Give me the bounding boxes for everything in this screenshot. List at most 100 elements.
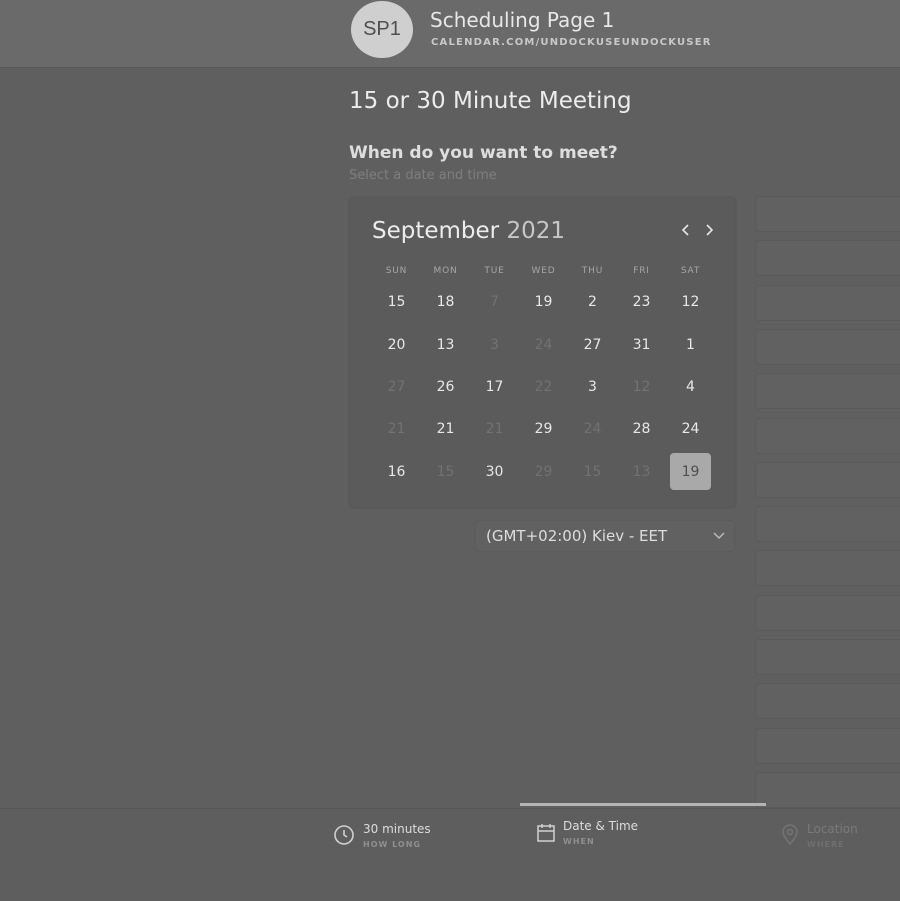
step-location-label: Location	[807, 822, 858, 836]
calendar-day: 15	[568, 451, 617, 493]
calendar-month: September	[372, 218, 500, 244]
calendar-day-number: 29	[534, 421, 553, 438]
calendar-day[interactable]: 13	[421, 323, 470, 365]
time-slot[interactable]	[755, 240, 900, 277]
calendar-day[interactable]: 29	[519, 408, 568, 450]
calendar-day[interactable]: 12	[666, 281, 715, 323]
calendar-day[interactable]: 30	[470, 451, 519, 493]
calendar-day: 12	[617, 366, 666, 408]
calendar-day-number: 2	[588, 294, 597, 311]
step-duration-sub: HOW LONG	[363, 840, 421, 849]
calendar-day[interactable]: 28	[617, 408, 666, 450]
calendar-day-number: 3	[490, 336, 499, 353]
calendar-year: 2021	[506, 218, 565, 244]
calendar-day-number: 22	[534, 378, 553, 395]
step-duration-label: 30 minutes	[363, 822, 431, 836]
calendar-day-number: 23	[632, 294, 651, 311]
calendar-day[interactable]: 24	[666, 408, 715, 450]
calendar-day: 15	[421, 451, 470, 493]
time-slot[interactable]	[755, 196, 900, 232]
scheduling-page-name: Scheduling Page 1	[430, 8, 615, 32]
time-slot[interactable]	[755, 461, 900, 498]
calendar-day[interactable]: 31	[617, 323, 666, 365]
step-duration[interactable]: 30 minutes HOW LONG	[333, 822, 453, 852]
calendar-day-number: 19	[534, 294, 553, 311]
calendar-day: 21	[470, 408, 519, 450]
weekday-label: MON	[433, 266, 458, 276]
calendar-day[interactable]: 18	[421, 281, 470, 323]
time-slot[interactable]	[755, 373, 900, 410]
calendar-day[interactable]: 15	[372, 281, 421, 323]
calendar-day[interactable]: 16	[372, 451, 421, 493]
meeting-title: 15 or 30 Minute Meeting	[349, 88, 632, 114]
calendar-day-number: 7	[490, 294, 499, 311]
calendar-day-number: 13	[436, 336, 455, 353]
time-slot[interactable]	[755, 639, 900, 675]
calendar-day[interactable]: 21	[421, 408, 470, 450]
next-month-button[interactable]	[704, 220, 714, 240]
calendar-day[interactable]: 26	[421, 366, 470, 408]
calendar-day-number: 26	[436, 378, 455, 395]
weekday-label: SUN	[385, 266, 408, 276]
location-pin-icon	[782, 824, 798, 846]
calendar-day-number: 21	[436, 421, 455, 438]
time-slot[interactable]	[755, 771, 900, 808]
calendar-day-number: 12	[632, 378, 651, 395]
time-slot[interactable]	[755, 683, 900, 720]
calendar-day-number: 19	[670, 453, 711, 491]
calendar-day: 24	[568, 408, 617, 450]
calendar-day-number: 4	[686, 378, 695, 395]
calendar-day: 29	[519, 451, 568, 493]
calendar-day-number: 30	[485, 463, 504, 480]
chevron-down-icon	[713, 532, 725, 539]
weekday-label: FRI	[633, 266, 650, 276]
calendar-day[interactable]: 3	[568, 366, 617, 408]
previous-month-button[interactable]	[681, 220, 691, 240]
calendar-day[interactable]: 2	[568, 281, 617, 323]
weekday-label: SAT	[680, 266, 701, 276]
weekday-label: THU	[581, 266, 604, 276]
calendar-day-number: 15	[583, 463, 602, 480]
avatar: SP1	[351, 1, 413, 58]
time-slot[interactable]	[755, 727, 900, 764]
calendar-day[interactable]: 17	[470, 366, 519, 408]
calendar-day[interactable]: 19	[519, 281, 568, 323]
calendar-day: 21	[372, 408, 421, 450]
weekday-label: TUE	[484, 266, 505, 276]
time-slot[interactable]	[755, 594, 900, 631]
calendar-day[interactable]: 20	[372, 323, 421, 365]
calendar-day-number: 24	[534, 336, 553, 353]
chevron-left-icon	[681, 224, 689, 236]
calendar-day-number: 29	[534, 463, 553, 480]
time-slot[interactable]	[755, 550, 900, 587]
calendar-day-number: 3	[588, 378, 597, 395]
weekday-label: WED	[531, 266, 556, 276]
calendar-day-number: 16	[387, 463, 406, 480]
calendar-day-number: 21	[485, 421, 504, 438]
time-slot[interactable]	[755, 284, 900, 321]
calendar-day[interactable]: 1	[666, 323, 715, 365]
calendar-day-grid: 15 18 7 19 2 23 12 20 13 3 24 27 31 1 27 26 17 22 3 12 4 21 21…	[372, 281, 715, 493]
scheduling-page-url[interactable]: CALENDAR.COM/UNDOCKUSEUNDOCKUSER	[431, 37, 712, 48]
time-slot[interactable]	[755, 417, 900, 454]
calendar-day[interactable]: 4	[666, 366, 715, 408]
booking-steps-footer: 30 minutes HOW LONG Date & Time WHEN Loc…	[0, 808, 900, 901]
calendar-day-number: 24	[681, 421, 700, 438]
calendar-day: 13	[617, 451, 666, 493]
timezone-value: (GMT+02:00) Kiev - EET	[486, 527, 668, 545]
calendar-day-number: 17	[485, 378, 504, 395]
calendar-day[interactable]: 27	[568, 323, 617, 365]
calendar-day[interactable]: 23	[617, 281, 666, 323]
step-location-sub: WHERE	[807, 840, 845, 849]
calendar-month-label: September 2021	[372, 218, 565, 244]
time-slot[interactable]	[755, 328, 900, 365]
date-hint: Select a date and time	[349, 168, 497, 183]
calendar-day: 3	[470, 323, 519, 365]
step-date-time[interactable]: Date & Time WHEN	[536, 819, 666, 849]
time-slot[interactable]	[755, 506, 900, 543]
calendar-day-number: 15	[436, 463, 455, 480]
step-date-time-label: Date & Time	[563, 819, 639, 833]
calendar-card: September 2021 SUN MON TUE WED THU FRI S…	[349, 197, 736, 508]
timezone-select[interactable]: (GMT+02:00) Kiev - EET	[475, 520, 735, 552]
calendar-day-selected[interactable]: 19	[666, 451, 715, 493]
